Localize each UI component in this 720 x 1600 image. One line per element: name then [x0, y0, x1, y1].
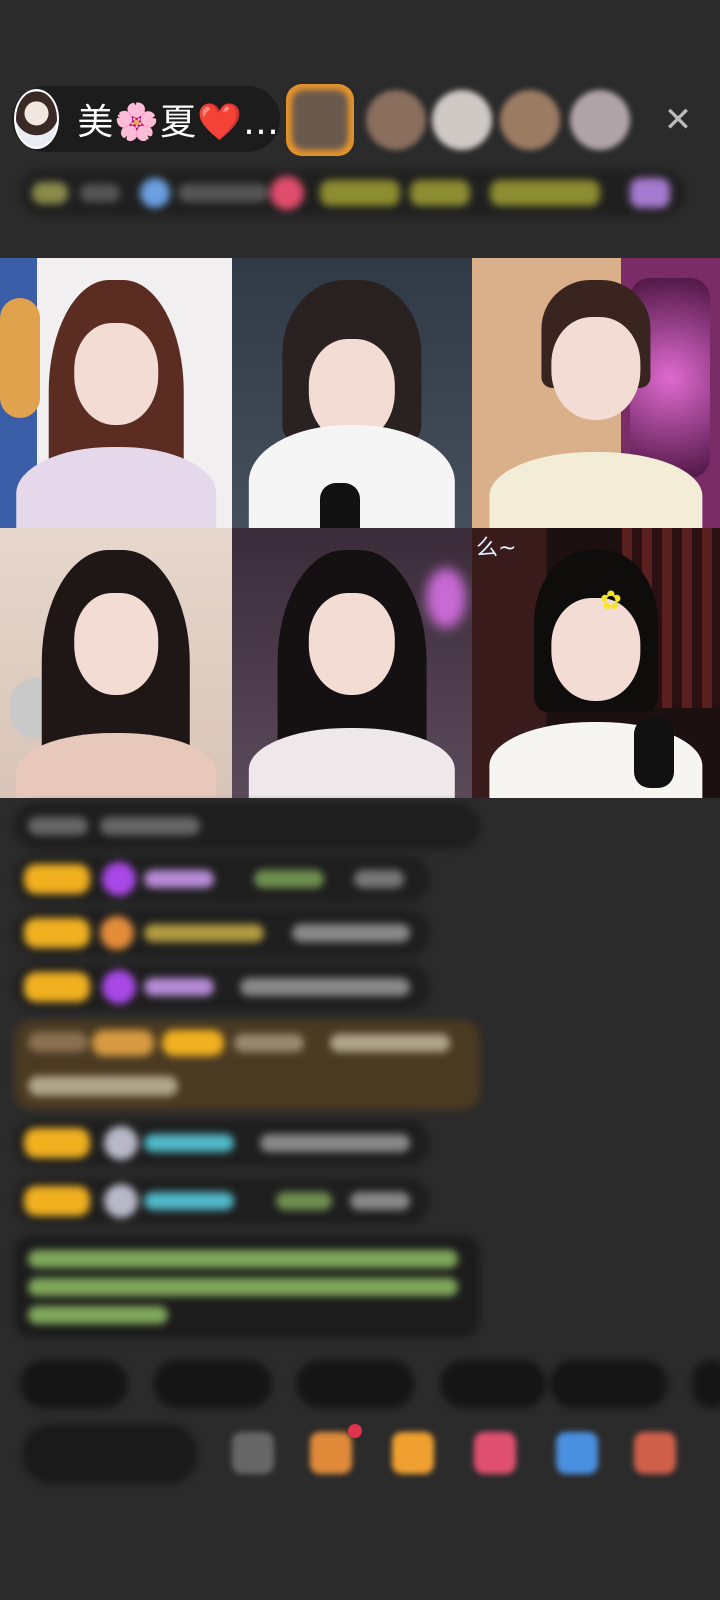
- tile-caption: 么~: [476, 536, 517, 561]
- hair-flower-icon: ✿: [600, 586, 622, 616]
- host-avatar[interactable]: [14, 89, 60, 149]
- chat-bubble-icon[interactable]: [556, 1432, 598, 1474]
- more-icon[interactable]: [232, 1432, 274, 1474]
- viewer-avatar[interactable]: [432, 90, 492, 150]
- quick-reply-chip[interactable]: [692, 1360, 720, 1408]
- video-tile[interactable]: [472, 258, 720, 528]
- top-viewer-avatar[interactable]: [286, 84, 354, 156]
- chat-message: [14, 1178, 430, 1224]
- close-button[interactable]: ✕: [662, 100, 694, 140]
- chat-message-highlight: [14, 1020, 480, 1110]
- quick-reply-chip[interactable]: [296, 1360, 414, 1408]
- room-info-bar[interactable]: [20, 170, 685, 216]
- announcement-message: [14, 1236, 480, 1338]
- quick-reply-row: [20, 1360, 720, 1408]
- viewer-avatar[interactable]: [570, 90, 630, 150]
- chat-message: [14, 910, 430, 956]
- host-name: 美🌸夏❤️…: [77, 102, 280, 143]
- video-tile[interactable]: [232, 528, 472, 798]
- video-tile[interactable]: [0, 258, 232, 528]
- grid-menu-icon[interactable]: [634, 1432, 676, 1474]
- chat-message: [14, 1120, 430, 1166]
- chat-message: [14, 803, 480, 849]
- video-tile[interactable]: [0, 528, 232, 798]
- chat-input[interactable]: [22, 1424, 198, 1484]
- viewer-avatar[interactable]: [500, 90, 560, 150]
- host-info-pill[interactable]: 美🌸夏❤️…: [12, 86, 280, 152]
- video-tile[interactable]: 么~ ✿: [472, 528, 720, 798]
- viewer-avatar[interactable]: [366, 90, 426, 150]
- gift-box-icon[interactable]: [310, 1432, 352, 1474]
- gift-icon[interactable]: [392, 1432, 434, 1474]
- bottom-toolbar: [0, 1424, 720, 1488]
- video-grid: 么~ ✿: [0, 258, 720, 798]
- notification-dot: [348, 1424, 362, 1438]
- video-tile[interactable]: [232, 258, 472, 528]
- quick-reply-chip[interactable]: [550, 1360, 668, 1408]
- game-icon[interactable]: [474, 1432, 516, 1474]
- quick-reply-chip[interactable]: [440, 1360, 546, 1408]
- quick-reply-chip[interactable]: [154, 1360, 272, 1408]
- quick-reply-chip[interactable]: [20, 1360, 128, 1408]
- chat-message: [14, 964, 430, 1010]
- chat-message: [14, 856, 430, 902]
